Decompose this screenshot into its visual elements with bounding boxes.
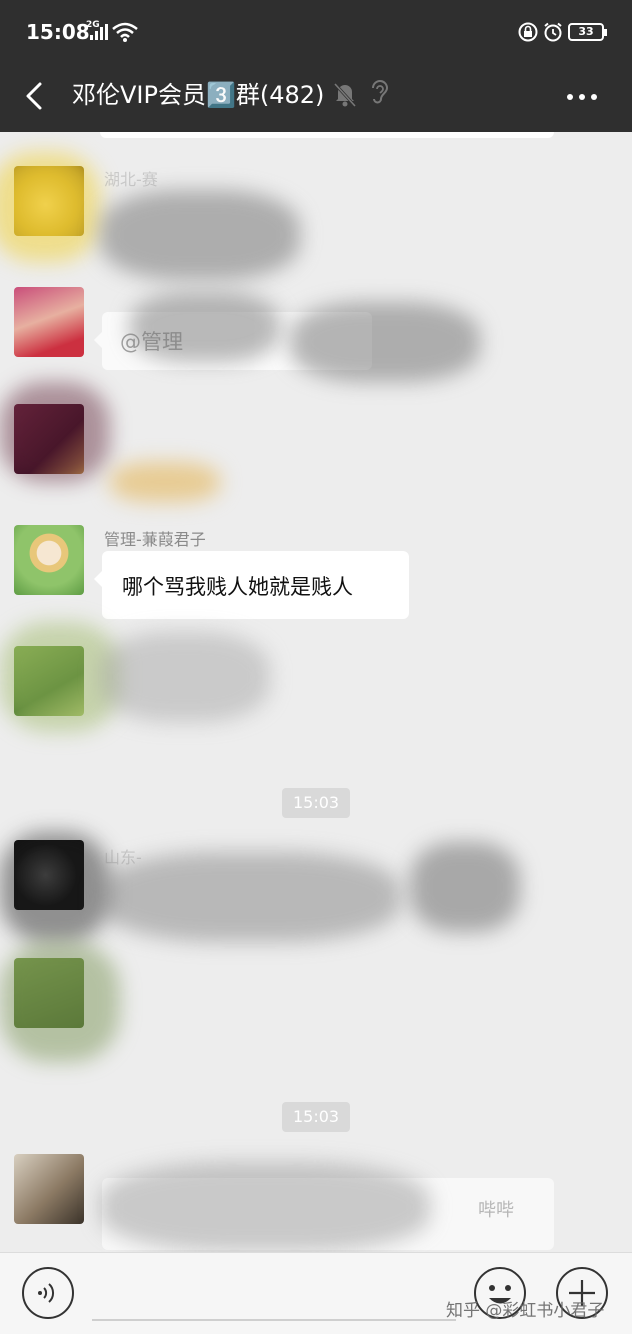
message-text: 哔哔 <box>478 1200 514 1221</box>
timestamp-chip: 15:03 <box>282 788 351 818</box>
sender-name: 湖北-赛 <box>104 170 158 189</box>
avatar[interactable] <box>14 287 84 357</box>
ear-icon <box>372 80 389 104</box>
message-bubble[interactable]: 哪个骂我贱人她就是贱人 <box>94 551 409 619</box>
scribble-redaction <box>100 190 300 280</box>
battery-indicator: 33 <box>568 23 607 41</box>
voice-icon[interactable] <box>20 1265 76 1321</box>
more-icon[interactable] <box>564 82 600 112</box>
chat-header: 邓伦VIP会员3️⃣群(482) <box>0 64 632 132</box>
message-input[interactable] <box>92 1271 456 1321</box>
back-arrow-icon[interactable] <box>20 76 50 116</box>
avatar[interactable] <box>14 525 84 595</box>
scribble-redaction <box>100 852 400 942</box>
scribble-redaction <box>410 842 520 932</box>
status-time: 15:08 <box>26 20 90 44</box>
scribble-redaction <box>290 302 480 382</box>
message-bubble[interactable] <box>100 132 554 138</box>
watermark: 知乎 @彩虹书小君子 <box>446 1301 605 1321</box>
chat-title: 邓伦VIP会员3️⃣群(482) <box>72 81 325 109</box>
rotation-lock-icon <box>518 22 538 42</box>
scribble-redaction <box>130 292 280 362</box>
signal-icon <box>90 24 108 40</box>
scribble-redaction <box>0 382 110 482</box>
scribble-redaction <box>0 832 110 942</box>
timestamp-chip: 15:03 <box>282 1102 351 1132</box>
sender-name: 管理-蒹葭君子 <box>104 530 206 549</box>
message-text: 哪个骂我贱人她就是贱人 <box>122 575 353 599</box>
wifi-icon <box>112 22 138 42</box>
scribble-redaction <box>0 942 120 1062</box>
mute-bell-icon <box>333 82 357 108</box>
message-list[interactable]: 湖北-赛 @管理 管理-蒹葭君子 哪个骂我贱人她就是贱人 15:03 山东- 1… <box>0 132 632 1252</box>
status-bar: 15:08 2G 33 <box>0 0 632 64</box>
input-bar <box>0 1252 632 1334</box>
scribble-redaction <box>100 1162 430 1252</box>
scribble-redaction <box>100 632 270 722</box>
scribble-redaction <box>0 152 100 262</box>
alarm-icon <box>544 22 562 42</box>
scribble-redaction <box>110 462 220 502</box>
avatar[interactable] <box>14 1154 84 1224</box>
